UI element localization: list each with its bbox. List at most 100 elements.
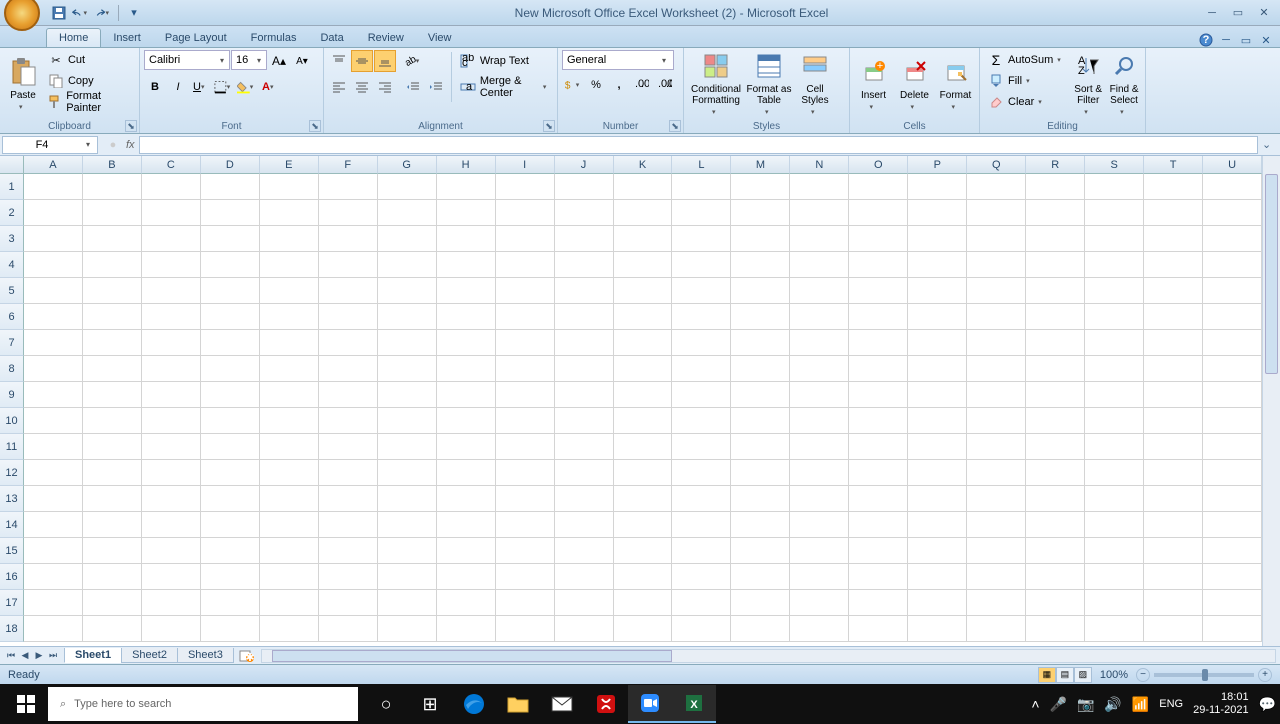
cell[interactable] [201,460,260,486]
scroll-thumb[interactable] [272,650,672,662]
cell[interactable] [319,356,378,382]
cell[interactable] [378,564,437,590]
cell[interactable] [378,616,437,642]
cell[interactable] [908,382,967,408]
cell[interactable] [1144,434,1203,460]
cell[interactable] [260,226,319,252]
cell[interactable] [790,304,849,330]
borders-button[interactable]: ▾ [213,76,235,98]
cell[interactable] [614,538,673,564]
font-name-combo[interactable]: ▾ [144,50,230,70]
cell[interactable] [437,252,496,278]
cell[interactable] [614,460,673,486]
cell[interactable] [437,278,496,304]
delete-cells-button[interactable]: Delete▾ [895,50,934,116]
fill-button[interactable]: Fill▾ [984,71,1069,91]
increase-indent-icon[interactable] [425,76,447,98]
cell[interactable] [1026,460,1085,486]
cell[interactable] [1085,538,1144,564]
cell[interactable] [496,278,555,304]
cell[interactable] [1203,174,1262,200]
cell[interactable] [260,278,319,304]
cell[interactable] [790,486,849,512]
sort-filter-button[interactable]: AZ Sort & Filter▾ [1071,50,1105,116]
column-header[interactable]: P [908,156,967,174]
cell[interactable] [437,356,496,382]
cell[interactable] [1203,460,1262,486]
cell[interactable] [614,590,673,616]
cell[interactable] [1026,382,1085,408]
page-layout-view-icon[interactable]: ▤ [1056,667,1074,683]
cell[interactable] [437,564,496,590]
column-header[interactable]: A [24,156,83,174]
cell[interactable] [496,538,555,564]
cell[interactable] [378,226,437,252]
cell[interactable] [437,590,496,616]
row-header[interactable]: 3 [0,226,24,252]
cell[interactable] [378,174,437,200]
cell[interactable] [672,434,731,460]
format-as-table-button[interactable]: Format as Table▾ [746,50,792,116]
cell[interactable] [1026,330,1085,356]
cell[interactable] [1203,616,1262,642]
cell[interactable] [1203,226,1262,252]
cell[interactable] [1203,538,1262,564]
cell[interactable] [614,330,673,356]
cell[interactable] [1203,252,1262,278]
cell[interactable] [1144,200,1203,226]
cell[interactable] [496,330,555,356]
cell[interactable] [790,252,849,278]
cell[interactable] [849,200,908,226]
cell[interactable] [83,486,142,512]
cell[interactable] [908,460,967,486]
cell[interactable] [967,330,1026,356]
tab-home[interactable]: Home [46,28,101,47]
copy-button[interactable]: Copy [44,71,135,91]
cell[interactable] [1144,226,1203,252]
cell[interactable] [967,512,1026,538]
prev-sheet-icon[interactable]: ◀ [18,649,32,663]
cell[interactable] [378,304,437,330]
column-header[interactable]: O [849,156,908,174]
cell[interactable] [142,460,201,486]
cell[interactable] [437,616,496,642]
cell[interactable] [319,226,378,252]
cell[interactable] [790,200,849,226]
insert-cells-button[interactable]: + Insert▾ [854,50,893,116]
cell[interactable] [614,200,673,226]
dialog-launcher-icon[interactable]: ⬊ [309,120,321,132]
cell[interactable] [1203,200,1262,226]
cell[interactable] [555,590,614,616]
cell[interactable] [24,200,83,226]
font-name-input[interactable] [145,51,215,69]
mdi-close-icon[interactable]: ✕ [1258,33,1274,47]
cell[interactable] [83,564,142,590]
cell[interactable] [967,174,1026,200]
cell[interactable] [790,616,849,642]
cell[interactable] [1085,512,1144,538]
row-header[interactable]: 9 [0,382,24,408]
cell[interactable] [201,512,260,538]
cell[interactable] [260,564,319,590]
cell[interactable] [201,330,260,356]
cell[interactable] [260,486,319,512]
cell[interactable] [555,512,614,538]
row-header[interactable]: 11 [0,434,24,460]
cell[interactable] [378,538,437,564]
row-header[interactable]: 10 [0,408,24,434]
cell[interactable] [849,174,908,200]
row-header[interactable]: 18 [0,616,24,642]
cell[interactable] [1085,434,1144,460]
cell[interactable] [790,278,849,304]
cell[interactable] [24,564,83,590]
cell[interactable] [437,200,496,226]
cell[interactable] [496,356,555,382]
row-header[interactable]: 6 [0,304,24,330]
cell[interactable] [967,460,1026,486]
mdi-minimize-icon[interactable]: ─ [1218,33,1234,47]
cell[interactable] [555,460,614,486]
cell[interactable] [1144,616,1203,642]
cell[interactable] [319,408,378,434]
cell[interactable] [1144,564,1203,590]
cell[interactable] [319,382,378,408]
